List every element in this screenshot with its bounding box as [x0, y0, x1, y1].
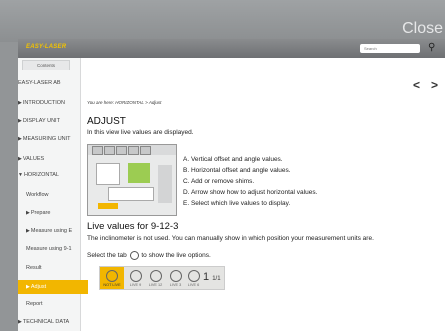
- image-machine-right: [128, 163, 150, 183]
- image-machine-left: [96, 163, 120, 185]
- sidebar: Contents EASY-LASER AB ▶INTRODUCTION ▶DI…: [18, 58, 88, 331]
- search-input[interactable]: [360, 44, 420, 53]
- option-circle-icon: [169, 270, 182, 282]
- next-page-button[interactable]: >: [431, 78, 438, 92]
- header-bar: EASY-LASER ⚲: [18, 39, 445, 58]
- live-measurement-number: 1 1/1: [203, 271, 221, 283]
- adjust-screen-image: [87, 144, 177, 216]
- image-side-panel: [158, 165, 172, 203]
- caret-right-icon: ▶: [18, 136, 22, 142]
- caret-right-icon: ▶: [26, 284, 30, 290]
- sidebar-item-measure-using-9-12-3[interactable]: Measure using 9-1: [18, 246, 88, 252]
- help-window: EASY-LASER ⚲ Contents EASY-LASER AB ▶INT…: [18, 39, 445, 331]
- toolbar-image-icon: [116, 146, 127, 155]
- caret-right-icon: ▶: [26, 210, 30, 216]
- image-shim-area: [108, 187, 154, 201]
- sidebar-item-report[interactable]: Report: [18, 301, 88, 307]
- live-option-live-12[interactable]: LIVE 12: [145, 267, 166, 289]
- live-values-heading: Live values for 9-12-3: [87, 221, 179, 232]
- sidebar-item-measuring-unit[interactable]: ▶MEASURING UNIT: [18, 136, 80, 142]
- sidebar-item-technical-data[interactable]: ▶TECHNICAL DATA: [18, 319, 80, 325]
- caret-right-icon: ▶: [18, 100, 22, 106]
- content-pane: < > You are here: HORIZONTAL > Adjust AD…: [81, 58, 445, 331]
- sidebar-item-measure-using-e[interactable]: ▶Measure using E: [18, 228, 88, 234]
- intro-text: In this view live values are displayed.: [87, 129, 194, 136]
- sidebar-item-display-unit[interactable]: ▶DISPLAY UNIT: [18, 118, 80, 124]
- live-option-not-live[interactable]: NOT LIVE: [100, 267, 124, 289]
- list-item: A. Vertical offset and angle values.: [183, 156, 283, 163]
- previous-page-button[interactable]: <: [413, 78, 420, 92]
- sidebar-item-introduction[interactable]: ▶INTRODUCTION: [18, 100, 80, 106]
- sidebar-item-adjust[interactable]: ▶Adjust: [18, 280, 88, 294]
- option-circle-icon: [106, 270, 118, 282]
- list-item: B. Horizontal offset and angle values.: [183, 167, 291, 174]
- page-title: ADJUST: [87, 116, 126, 127]
- sidebar-item-easy-laser-ab[interactable]: EASY-LASER AB: [18, 80, 80, 86]
- legend-list: A. Vertical offset and angle values. B. …: [183, 154, 317, 209]
- toolbar-image-icon: [128, 146, 139, 155]
- caret-right-icon: ▶: [18, 319, 22, 325]
- magnifier-icon[interactable]: ⚲: [428, 42, 435, 53]
- sidebar-item-values[interactable]: ▶VALUES: [18, 156, 80, 162]
- close-button[interactable]: Close: [402, 20, 443, 38]
- caret-right-icon: ▶: [18, 156, 22, 162]
- toolbar-image-icon: [92, 146, 103, 155]
- list-item: C. Add or remove shims.: [183, 178, 255, 185]
- title-bar: Close: [0, 0, 445, 42]
- live-values-text: The inclinometer is not used. You can ma…: [87, 235, 374, 242]
- sidebar-item-workflow[interactable]: Workflow: [18, 192, 88, 198]
- live-options-bar: NOT LIVE LIVE 9 LIVE 12 LIVE 3 LIVE 6 1 …: [99, 266, 225, 290]
- image-value-highlight: [98, 203, 118, 209]
- breadcrumb: You are here: HORIZONTAL > Adjust: [87, 100, 162, 105]
- caret-right-icon: ▶: [26, 228, 30, 234]
- option-circle-icon: [149, 270, 162, 282]
- app-frame: Close EASY-LASER ⚲ Contents EASY-LASER A…: [0, 0, 445, 331]
- live-tab-icon: [129, 251, 139, 260]
- live-values-instruction: Select the tab to show the live options.: [87, 251, 211, 260]
- live-option-live-9[interactable]: LIVE 9: [125, 267, 146, 289]
- sidebar-item-horizontal[interactable]: ▼HORIZONTAL: [18, 172, 80, 178]
- toolbar-image-icon: [104, 146, 115, 155]
- caret-right-icon: ▶: [18, 118, 22, 124]
- brand-logo: EASY-LASER: [26, 44, 67, 50]
- tab-contents[interactable]: Contents: [22, 60, 70, 70]
- live-option-live-6[interactable]: LIVE 6: [183, 267, 204, 289]
- sidebar-item-prepare[interactable]: ▶Prepare: [18, 210, 88, 216]
- list-item: E. Select which live values to display.: [183, 200, 291, 207]
- caret-down-icon: ▼: [18, 172, 23, 178]
- option-circle-icon: [129, 270, 142, 282]
- sidebar-item-result[interactable]: Result: [18, 265, 88, 271]
- list-item: D. Arrow show how to adjust horizontal v…: [183, 189, 318, 196]
- option-circle-icon: [187, 270, 200, 282]
- toolbar-image-icon: [140, 146, 151, 155]
